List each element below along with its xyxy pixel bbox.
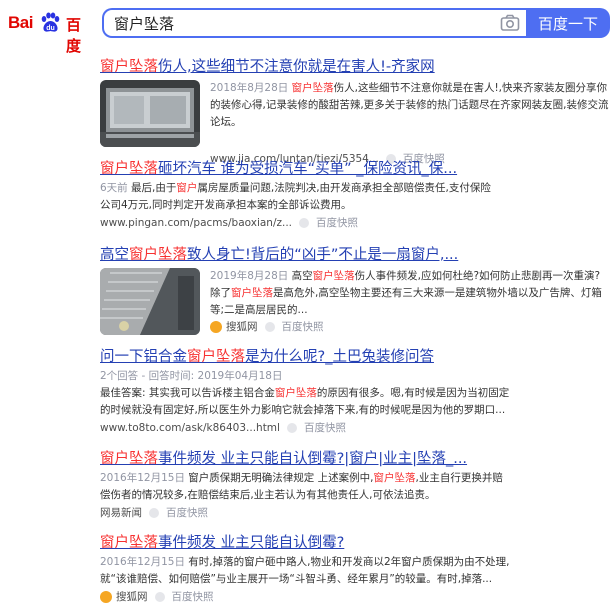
search-result-5: 窗户坠落事件频发 业主只能自认倒霉?|窗户|业主|坠落_... 2016年12月…	[100, 448, 612, 522]
paw-icon: du	[41, 12, 60, 32]
search-result-2: 窗户坠落砸坏汽车 谁为受损汽车“买单” _保险资讯_保... 6天前 最后,由于…	[100, 158, 612, 232]
result-title[interactable]: 问一下铝合金窗户坠落是为什么呢?_土巴兔装修问答	[100, 346, 612, 368]
snapshot-link[interactable]: 百度快照	[304, 422, 346, 434]
result-title[interactable]: 窗户坠落事件频发 业主只能自认倒霉?|窗户|业主|坠落_...	[100, 448, 612, 470]
more-icon[interactable]	[286, 423, 297, 433]
search-box	[102, 8, 526, 38]
search-button[interactable]: 百度一下	[526, 8, 610, 38]
result-title[interactable]: 窗户坠落砸坏汽车 谁为受损汽车“买单” _保险资讯_保...	[100, 158, 612, 180]
result-thumbnail[interactable]	[100, 268, 200, 335]
result-source[interactable]: 网易新闻	[100, 507, 142, 519]
result-title[interactable]: 高空窗户坠落致人身亡!背后的“凶手”不止是一扇窗户,...	[100, 244, 612, 266]
search-result-4: 问一下铝合金窗户坠落是为什么呢?_土巴兔装修问答 2个回答 - 回答时间: 20…	[100, 346, 612, 437]
baidu-logo[interactable]: Bai du 百度	[8, 11, 90, 55]
more-icon[interactable]	[154, 592, 165, 602]
result-url-line: 搜狐网 百度快照	[210, 318, 610, 336]
more-icon[interactable]	[149, 508, 159, 518]
result-title[interactable]: 窗户坠落伤人,这些细节不注意你就是在害人!-齐家网	[100, 56, 612, 78]
logo-chinese-text: 百度	[66, 16, 82, 55]
snapshot-link[interactable]: 百度快照	[282, 321, 324, 333]
result-title[interactable]: 窗户坠落事件频发 业主只能自认倒霉?	[100, 532, 612, 554]
building-photo-image	[100, 268, 200, 335]
search-result-1: 窗户坠落伤人,这些细节不注意你就是在害人!-齐家网 2018年8月28日 窗户坠…	[100, 56, 612, 165]
snapshot-link[interactable]: 百度快照	[316, 217, 358, 229]
result-source[interactable]: 搜狐网	[226, 321, 258, 333]
logo-bai-text: Bai	[8, 13, 33, 32]
result-url-line: www.pingan.com/pacms/baoxian/z... 百度快照	[100, 214, 612, 232]
top-bar: Bai du 百度 百度一下	[0, 0, 612, 55]
camera-icon[interactable]	[500, 14, 520, 32]
result-meta: 2个回答 - 回答时间: 2019年04月18日	[100, 370, 283, 382]
snapshot-link[interactable]: 百度快照	[166, 507, 208, 519]
search-input[interactable]	[114, 10, 484, 36]
result-snippet: 2018年8月28日 窗户坠落伤人,这些细节不注意你就是在害人!,快来齐家装友圈…	[210, 82, 609, 128]
result-url-line: www.to8to.com/ask/k86403...html 百度快照	[100, 419, 612, 437]
snapshot-link[interactable]: 百度快照	[172, 591, 214, 603]
result-snippet: 2016年12月15日 窗户质保期无明确法律规定 上述案例中,窗户坠落,业主自行…	[100, 472, 503, 501]
sohu-logo-icon	[210, 321, 222, 333]
result-thumbnail[interactable]	[100, 80, 200, 147]
result-snippet: 2019年8月28日 高空窗户坠落伤人事件频发,应如何杜绝?如何防止悲剧再一次重…	[210, 270, 602, 316]
search-result-3: 高空窗户坠落致人身亡!背后的“凶手”不止是一扇窗户,... 2019年8月28日…	[100, 244, 612, 335]
result-snippet: 6天前 最后,由于窗户属房屋质量问题,法院判决,由开发商承担全部赔偿责任,支付保…	[100, 182, 491, 211]
result-url-line: 网易新闻 百度快照	[100, 504, 612, 522]
result-snippet: 2016年12月15日 有时,掉落的窗户砸中路人,物业和开发商以2年窗户质保期为…	[100, 556, 510, 585]
result-source[interactable]: 搜狐网	[116, 591, 148, 603]
result-url[interactable]: www.pingan.com/pacms/baoxian/z...	[100, 217, 292, 229]
window-photo-image	[100, 80, 200, 147]
more-icon[interactable]	[264, 322, 275, 332]
result-snippet: 最佳答案: 其实我可以告诉楼主铝合金窗户坠落的原因有很多。嗯,有时候是因为当初固…	[100, 387, 510, 416]
result-url-line: 搜狐网 百度快照	[100, 588, 612, 606]
search-result-6: 窗户坠落事件频发 业主只能自认倒霉? 2016年12月15日 有时,掉落的窗户砸…	[100, 532, 612, 606]
sohu-logo-icon	[100, 591, 112, 603]
svg-text:du: du	[46, 25, 55, 32]
more-icon[interactable]	[299, 218, 310, 228]
result-url[interactable]: www.to8to.com/ask/k86403...html	[100, 422, 280, 434]
